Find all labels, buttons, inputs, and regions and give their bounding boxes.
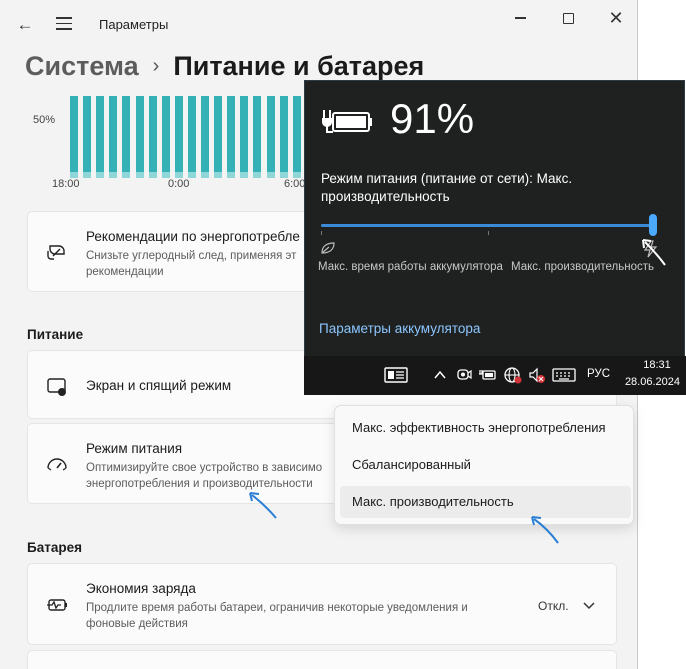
- camera-icon[interactable]: [456, 366, 472, 384]
- chart-bar: [161, 96, 170, 172]
- x-tick-label: 6:00: [284, 178, 306, 190]
- screen-sleep-icon: [47, 378, 66, 396]
- battery-charging-icon: [322, 110, 372, 133]
- chart-bar: [187, 96, 196, 172]
- breadcrumb-parent[interactable]: Система: [25, 51, 139, 82]
- x-tick-label: 0:00: [168, 178, 190, 190]
- chart-bar: [214, 96, 223, 172]
- next-card-partial[interactable]: [27, 650, 617, 669]
- chart-bar-base: [227, 172, 236, 178]
- chevron-up-icon[interactable]: [433, 366, 447, 384]
- breadcrumb-separator: ›: [152, 54, 160, 77]
- chart-bar-base: [83, 172, 92, 178]
- back-arrow-icon[interactable]: ←: [14, 14, 36, 36]
- recommendations-desc-line2: рекомендации: [86, 266, 164, 278]
- annotation-arrow-icon: [249, 492, 277, 519]
- chart-bar: [174, 96, 183, 172]
- chart-bar-base: [148, 172, 157, 178]
- chart-bar: [70, 96, 78, 172]
- keyboard-icon[interactable]: [552, 366, 576, 384]
- battery-charging-tray-icon[interactable]: [479, 366, 497, 384]
- chart-bar: [83, 96, 92, 172]
- recommendations-title: Рекомендации по энергопотребле: [86, 229, 300, 244]
- speedometer-icon: [47, 458, 67, 471]
- power-mode-dropdown: Макс. эффективность энергопотребления Сб…: [334, 405, 634, 525]
- chart-bar: [96, 96, 105, 172]
- chart-bar-base: [240, 172, 249, 178]
- chart-bar-base: [253, 172, 262, 178]
- chart-bar-base: [122, 172, 131, 178]
- chart-bar-base: [201, 172, 209, 178]
- close-button[interactable]: ✕: [594, 6, 637, 30]
- slider-tick: [321, 231, 322, 235]
- power-section-heading: Питание: [27, 327, 84, 342]
- globe-network-icon[interactable]: [504, 366, 522, 384]
- input-language[interactable]: РУС: [587, 368, 610, 380]
- breadcrumb: Система › Питание и батарея: [25, 48, 424, 84]
- battery-saver-title: Экономия заряда: [86, 581, 196, 596]
- hamburger-menu-icon[interactable]: [56, 17, 72, 31]
- power-mode-text: Режим питания (питание от сети): Макс. п…: [321, 171, 573, 204]
- recommendations-desc-line1: Снизьте углеродный след, применяя эт: [86, 250, 297, 262]
- slider-left-label: Макс. время работы аккумулятора: [318, 261, 503, 273]
- x-tick-label: 18:00: [52, 178, 80, 190]
- battery-level-chart: 50% 18:00 0:00 6:00: [0, 90, 320, 200]
- battery-percentage: 91%: [390, 95, 475, 142]
- screen-sleep-title: Экран и спящий режим: [86, 378, 232, 393]
- clock-time[interactable]: 18:31: [635, 359, 679, 371]
- chart-bar: [292, 96, 301, 172]
- clock-date[interactable]: 28.06.2024: [622, 376, 680, 388]
- battery-flyout: 91% Режим питания (питание от сети): Мак…: [304, 80, 685, 356]
- battery-saver-icon: [47, 599, 67, 611]
- chart-bar-base: [96, 172, 105, 178]
- dropdown-option-performance[interactable]: Макс. производительность: [340, 486, 631, 518]
- power-mode-title: Режим питания: [86, 441, 183, 456]
- battery-saver-desc-line2: фоновые действия: [86, 618, 188, 630]
- battery-saver-desc-line1: Продлите время работы батареи, ограничив…: [86, 602, 468, 614]
- chart-bar: [279, 96, 288, 172]
- chart-bar: [240, 96, 249, 172]
- chart-bar: [266, 96, 275, 172]
- battery-section-heading: Батарея: [27, 540, 82, 555]
- dropdown-option-efficiency[interactable]: Макс. эффективность энергопотребления: [340, 412, 631, 444]
- chart-bar: [148, 96, 157, 172]
- chart-bar-base: [214, 172, 223, 178]
- slider-tick: [488, 231, 489, 235]
- title-bar: ← Параметры ✕: [0, 0, 637, 48]
- chart-bar: [122, 96, 131, 172]
- leaf-icon: [321, 242, 335, 254]
- chart-bar: [201, 96, 209, 172]
- eco-leaf-icon: [47, 245, 65, 260]
- chart-bar-base: [135, 172, 144, 178]
- power-mode-desc-line1: Оптимизируйте свое устройство в зависимо: [86, 462, 323, 474]
- close-icon: ✕: [608, 8, 624, 28]
- chart-bar: [227, 96, 236, 172]
- power-mode-slider-thumb[interactable]: [649, 214, 657, 236]
- dropdown-option-balanced[interactable]: Сбалансированный: [340, 449, 631, 481]
- chart-bar: [253, 96, 262, 172]
- minimize-button[interactable]: [498, 6, 542, 30]
- app-title: Параметры: [99, 17, 169, 32]
- battery-settings-link[interactable]: Параметры аккумулятора: [319, 321, 480, 336]
- power-mode-slider-track[interactable]: [321, 224, 653, 227]
- chart-bar: [135, 96, 144, 172]
- battery-saver-card[interactable]: Экономия заряда Продлите время работы ба…: [27, 563, 617, 645]
- battery-saver-status: Откл.: [538, 599, 569, 613]
- chart-bar-base: [109, 172, 118, 178]
- chevron-down-icon[interactable]: [582, 599, 596, 613]
- chart-bar: [109, 96, 118, 172]
- y-tick-label: 50%: [33, 114, 56, 126]
- widgets-news-icon[interactable]: [384, 366, 408, 384]
- maximize-button[interactable]: [546, 6, 590, 30]
- chart-bar-base: [266, 172, 275, 178]
- speaker-muted-icon[interactable]: [528, 366, 546, 384]
- page-title: Питание и батарея: [173, 50, 425, 81]
- maximize-icon: [562, 12, 574, 24]
- taskbar: РУС 18:31 28.06.2024: [304, 356, 686, 395]
- slider-right-label: Макс. производительность: [511, 261, 654, 273]
- annotation-arrow-icon: [531, 516, 559, 544]
- minimize-icon: [514, 17, 526, 19]
